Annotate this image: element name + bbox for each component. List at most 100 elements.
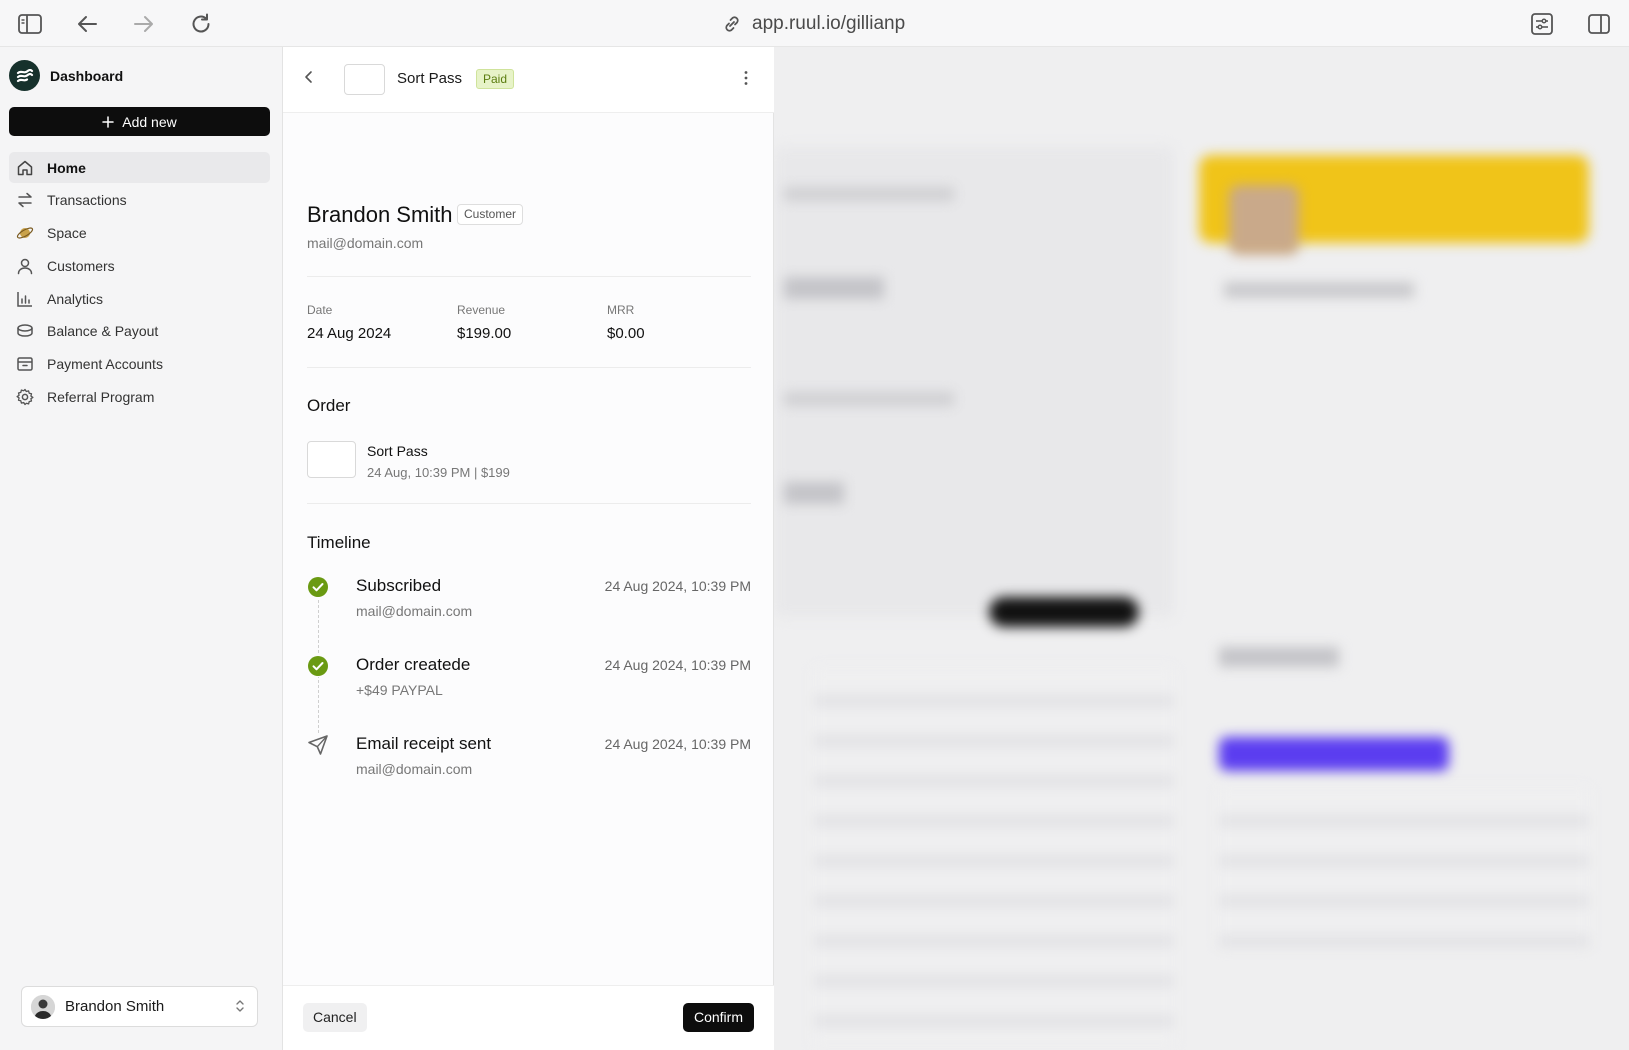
blurred-button bbox=[1219, 737, 1449, 771]
stat-mrr: MRR $0.00 bbox=[607, 303, 645, 342]
settings-sliders-icon[interactable] bbox=[1529, 11, 1555, 37]
divider bbox=[307, 367, 751, 368]
panel-footer: Cancel Confirm bbox=[283, 985, 774, 1050]
sidebar-item-label: Analytics bbox=[47, 290, 104, 307]
back-arrow-icon[interactable] bbox=[74, 11, 100, 37]
timeline-title: Email receipt sent bbox=[356, 734, 492, 753]
check-circle-icon bbox=[307, 576, 329, 598]
divider bbox=[307, 276, 751, 277]
blurred-card bbox=[774, 147, 1174, 617]
sidebar-toggle-icon[interactable] bbox=[17, 11, 43, 37]
avatar bbox=[31, 994, 55, 1019]
forward-arrow-icon[interactable] bbox=[131, 11, 157, 37]
sidebar: Dashboard Add new Home Transactions Spac… bbox=[0, 47, 283, 1050]
order-meta: 24 Aug, 10:39 PM | $199 bbox=[367, 465, 510, 480]
sidebar-item-label: Customers bbox=[47, 257, 115, 274]
reload-icon[interactable] bbox=[188, 11, 214, 37]
stat-revenue: Revenue $199.00 bbox=[457, 303, 511, 342]
address-bar[interactable]: app.ruul.io/gillianp bbox=[722, 12, 905, 36]
blurred-avatar bbox=[1229, 185, 1299, 255]
timeline-subtitle: mail@domain.com bbox=[356, 761, 473, 777]
timeline-title: Subscribed bbox=[356, 576, 442, 595]
sidebar-item-balance-payout[interactable]: Balance & Payout bbox=[9, 316, 270, 347]
blurred-text bbox=[784, 392, 954, 406]
stat-label: Revenue bbox=[457, 303, 506, 317]
brand[interactable]: Dashboard bbox=[9, 60, 123, 91]
stat-value: 24 Aug 2024 bbox=[307, 325, 392, 342]
blurred-text bbox=[784, 482, 844, 504]
coins-icon bbox=[16, 322, 34, 340]
add-new-button[interactable]: Add new bbox=[9, 107, 270, 136]
check-circle-icon bbox=[307, 655, 329, 677]
timeline-item: Subscribed mail@domain.com 24 Aug 2024, … bbox=[307, 576, 751, 636]
plus-icon bbox=[102, 115, 114, 128]
timeline-time: 24 Aug 2024, 10:39 PM bbox=[604, 578, 751, 594]
chevron-left-icon[interactable] bbox=[304, 70, 314, 84]
arrows-swap-icon bbox=[16, 191, 34, 209]
timeline-time: 24 Aug 2024, 10:39 PM bbox=[604, 736, 751, 752]
user-icon bbox=[16, 257, 34, 275]
timeline-subtitle: mail@domain.com bbox=[356, 603, 473, 619]
blurred-dashboard-background bbox=[774, 47, 1629, 1050]
planet-icon bbox=[16, 224, 34, 242]
blurred-button bbox=[989, 597, 1139, 627]
user-switcher[interactable]: Brandon Smith bbox=[21, 986, 258, 1027]
send-icon bbox=[307, 734, 329, 756]
sidebar-item-label: Home bbox=[47, 159, 86, 176]
user-name: Brandon Smith bbox=[65, 998, 165, 1015]
blurred-text bbox=[784, 277, 884, 299]
archive-icon bbox=[16, 355, 34, 373]
sidebar-item-label: Space bbox=[47, 225, 87, 242]
sidebar-item-home[interactable]: Home bbox=[9, 152, 270, 183]
divider bbox=[307, 503, 751, 504]
more-vertical-icon[interactable] bbox=[744, 70, 748, 86]
order-product-name: Sort Pass bbox=[367, 443, 428, 459]
timeline-subtitle: +$49 PAYPAL bbox=[356, 682, 443, 698]
sidebar-item-label: Payment Accounts bbox=[47, 356, 163, 373]
transaction-detail-panel: Sort Pass Paid Brandon Smith Customer ma… bbox=[283, 47, 774, 1050]
stat-label: Date bbox=[307, 303, 333, 317]
customer-tag: Customer bbox=[457, 204, 524, 225]
confirm-button[interactable]: Confirm bbox=[682, 1003, 754, 1032]
product-thumbnail bbox=[344, 64, 385, 95]
sidebar-nav: Home Transactions Space Customers Analyt… bbox=[9, 152, 270, 414]
blurred-text bbox=[1224, 282, 1414, 298]
sidebar-item-customers[interactable]: Customers bbox=[9, 250, 270, 281]
sidebar-item-label: Referral Program bbox=[47, 389, 155, 406]
stat-value: $199.00 bbox=[457, 325, 512, 342]
sidebar-item-space[interactable]: Space bbox=[9, 218, 270, 249]
sidebar-item-transactions[interactable]: Transactions bbox=[9, 185, 270, 216]
sidebar-item-analytics[interactable]: Analytics bbox=[9, 283, 270, 314]
add-new-label: Add new bbox=[122, 113, 177, 130]
blurred-list bbox=[1219, 787, 1589, 947]
cancel-button[interactable]: Cancel bbox=[303, 1003, 367, 1032]
split-view-icon[interactable] bbox=[1586, 11, 1612, 37]
sidebar-item-label: Balance & Payout bbox=[47, 323, 159, 340]
blurred-table bbox=[814, 667, 1174, 1047]
stat-label: MRR bbox=[607, 303, 635, 317]
sidebar-item-label: Transactions bbox=[47, 192, 127, 209]
order-section-title: Order bbox=[307, 396, 351, 415]
sidebar-item-referral-program[interactable]: Referral Program bbox=[9, 382, 270, 413]
brand-name: Dashboard bbox=[50, 67, 124, 84]
customer-email: mail@domain.com bbox=[307, 235, 424, 251]
status-badge: Paid bbox=[476, 69, 515, 89]
chevron-up-down-icon bbox=[235, 999, 245, 1013]
gear-icon bbox=[16, 388, 34, 406]
home-icon bbox=[16, 159, 34, 177]
panel-header: Sort Pass Paid bbox=[283, 47, 774, 113]
timeline-title: Order createde bbox=[356, 655, 471, 674]
timeline-item: Order createde +$49 PAYPAL 24 Aug 2024, … bbox=[307, 655, 751, 715]
sidebar-item-payment-accounts[interactable]: Payment Accounts bbox=[9, 349, 270, 380]
stat-value: $0.00 bbox=[607, 325, 645, 342]
bar-chart-icon bbox=[16, 290, 34, 308]
brand-logo-icon bbox=[9, 60, 40, 91]
product-title: Sort Pass bbox=[397, 70, 463, 87]
blurred-text bbox=[784, 187, 954, 201]
blurred-text bbox=[1219, 647, 1339, 667]
timeline-section-title: Timeline bbox=[307, 533, 371, 552]
browser-toolbar: app.ruul.io/gillianp bbox=[0, 0, 1629, 47]
url-text: app.ruul.io/gillianp bbox=[752, 13, 906, 34]
order-thumbnail bbox=[307, 441, 356, 478]
customer-name: Brandon Smith bbox=[307, 202, 453, 227]
